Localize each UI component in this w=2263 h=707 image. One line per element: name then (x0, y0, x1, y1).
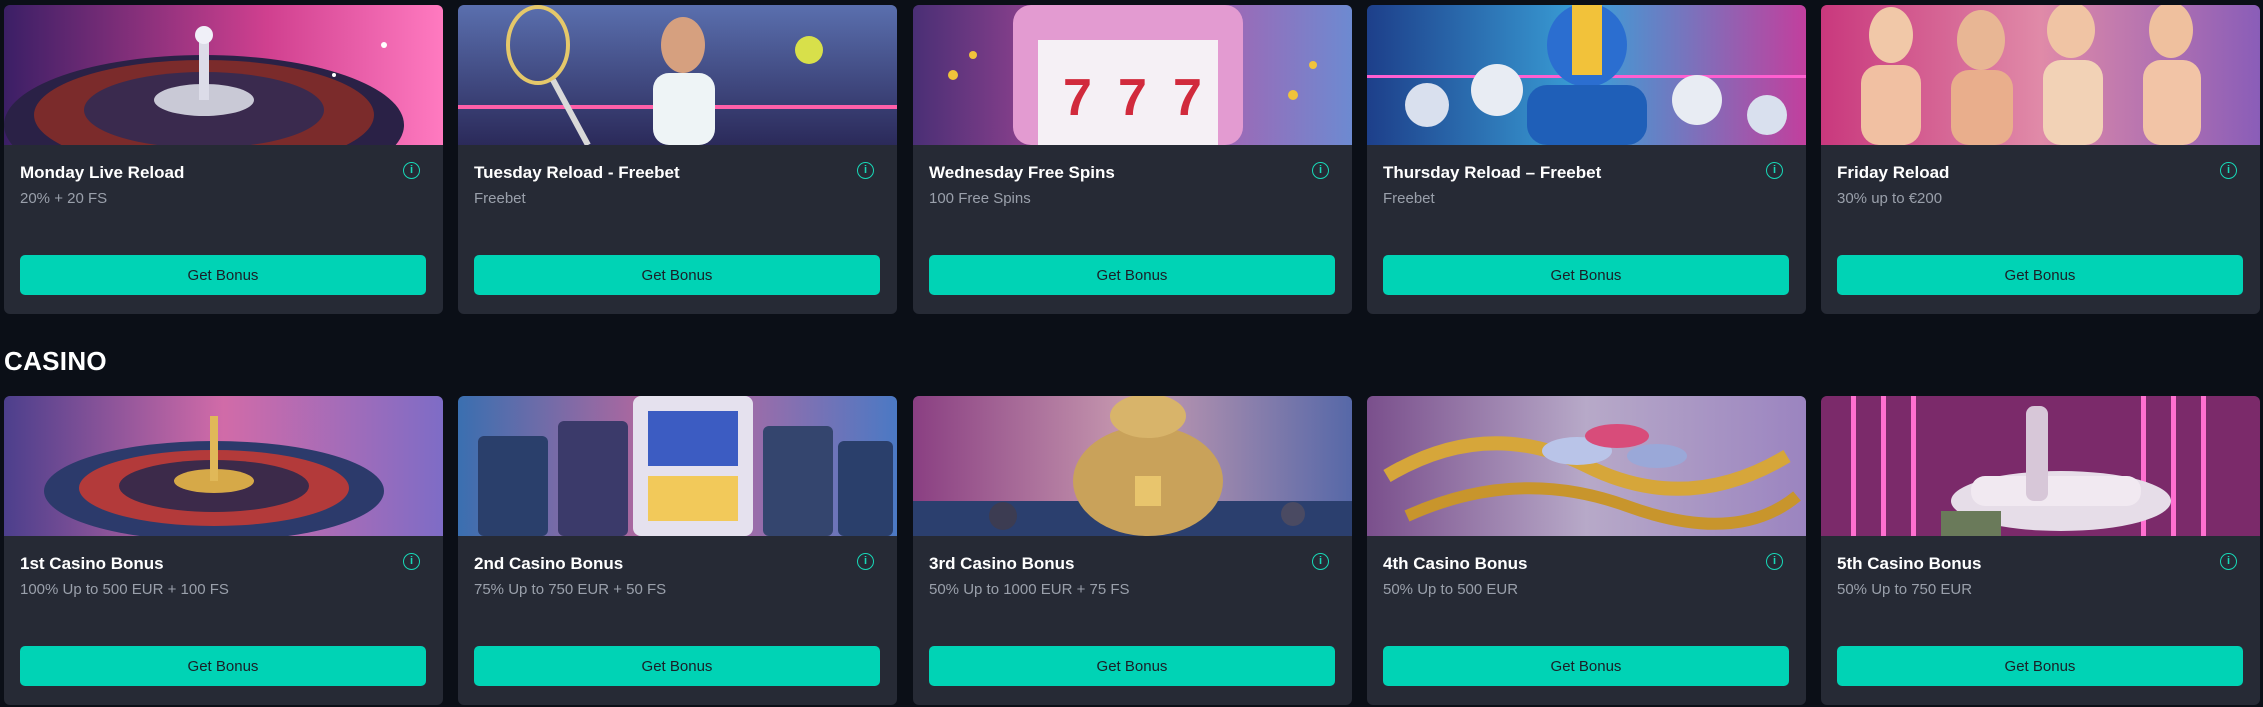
info-icon[interactable]: i (403, 162, 420, 179)
roulette-wheel-pink-image (4, 5, 443, 145)
bonus-subtitle: 50% Up to 750 EUR (1837, 581, 1973, 598)
get-bonus-button[interactable]: Get Bonus (474, 646, 880, 686)
sports-car-neon-image (1821, 396, 2260, 536)
info-icon[interactable]: i (2220, 553, 2237, 570)
bonus-subtitle: 20% + 20 FS (20, 190, 108, 207)
bonus-subtitle: 100% Up to 500 EUR + 100 FS (20, 581, 229, 598)
gold-money-bag-image (913, 396, 1352, 536)
info-icon[interactable]: i (1312, 162, 1329, 179)
tennis-player-image (458, 5, 897, 145)
svg-text:7: 7 (1118, 69, 1147, 127)
bonus-card-casino-4: 4th Casino Bonus 50% Up to 500 EUR i Get… (1367, 396, 1806, 705)
bonus-title: 2nd Casino Bonus (474, 554, 624, 573)
american-football-image (1367, 5, 1806, 145)
get-bonus-button[interactable]: Get Bonus (1383, 646, 1789, 686)
bonus-title: Wednesday Free Spins (929, 163, 1115, 182)
bonus-title: 5th Casino Bonus (1837, 554, 1982, 573)
get-bonus-button[interactable]: Get Bonus (1837, 646, 2243, 686)
bonus-title: 4th Casino Bonus (1383, 554, 1528, 573)
info-icon[interactable]: i (857, 162, 874, 179)
slot-machines-hall-image (458, 396, 897, 536)
bonus-card-casino-3: 3rd Casino Bonus 50% Up to 1000 EUR + 75… (913, 396, 1352, 705)
get-bonus-button[interactable]: Get Bonus (929, 646, 1335, 686)
get-bonus-button[interactable]: Get Bonus (1837, 255, 2243, 295)
bonus-card-tuesday: Tuesday Reload - Freebet Freebet i Get B… (458, 5, 897, 314)
bonus-card-wednesday: 7 7 7 Wednesday Free Spins 100 Free Spin… (913, 5, 1352, 314)
bonus-title: 1st Casino Bonus (20, 554, 164, 573)
bonus-subtitle: 100 Free Spins (929, 190, 1031, 207)
info-icon[interactable]: i (857, 553, 874, 570)
party-women-image (1821, 5, 2260, 145)
bonus-subtitle: Freebet (474, 190, 526, 207)
get-bonus-button[interactable]: Get Bonus (20, 255, 426, 295)
info-icon[interactable]: i (1766, 553, 1783, 570)
info-icon[interactable]: i (1312, 553, 1329, 570)
bonus-card-thursday: Thursday Reload – Freebet Freebet i Get … (1367, 5, 1806, 314)
bonus-card-monday: Monday Live Reload 20% + 20 FS i Get Bon… (4, 5, 443, 314)
bonus-subtitle: 50% Up to 1000 EUR + 75 FS (929, 581, 1130, 598)
get-bonus-button[interactable]: Get Bonus (474, 255, 880, 295)
get-bonus-button[interactable]: Get Bonus (929, 255, 1335, 295)
roulette-table-image (4, 396, 443, 536)
bonus-title: 3rd Casino Bonus (929, 554, 1075, 573)
bonus-card-casino-2: 2nd Casino Bonus 75% Up to 750 EUR + 50 … (458, 396, 897, 705)
get-bonus-button[interactable]: Get Bonus (20, 646, 426, 686)
bonus-title: Friday Reload (1837, 163, 1950, 182)
bonus-subtitle: Freebet (1383, 190, 1435, 207)
bonus-card-casino-1: 1st Casino Bonus 100% Up to 500 EUR + 10… (4, 396, 443, 705)
slot-machine-777-image: 7 7 7 (913, 5, 1352, 145)
bonus-subtitle: 30% up to €200 (1837, 190, 1943, 207)
get-bonus-button[interactable]: Get Bonus (1383, 255, 1789, 295)
section-title-casino: CASINO (4, 346, 107, 376)
casino-bonus-row: 1st Casino Bonus 100% Up to 500 EUR + 10… (0, 396, 2263, 707)
info-icon[interactable]: i (1766, 162, 1783, 179)
gold-chain-chips-image (1367, 396, 1806, 536)
bonus-title: Tuesday Reload - Freebet (474, 163, 680, 182)
bonus-subtitle: 50% Up to 500 EUR (1383, 581, 1519, 598)
bonus-subtitle: 75% Up to 750 EUR + 50 FS (474, 581, 667, 598)
svg-text:7: 7 (1173, 69, 1202, 127)
bonus-card-friday: Friday Reload 30% up to €200 i Get Bonus (1821, 5, 2260, 314)
bonus-title: Thursday Reload – Freebet (1383, 163, 1602, 182)
bonus-title: Monday Live Reload (20, 163, 185, 182)
svg-text:7: 7 (1063, 69, 1092, 127)
bonus-card-casino-5: 5th Casino Bonus 50% Up to 750 EUR i Get… (1821, 396, 2260, 705)
weekly-bonus-row: Monday Live Reload 20% + 20 FS i Get Bon… (0, 5, 2263, 316)
info-icon[interactable]: i (2220, 162, 2237, 179)
info-icon[interactable]: i (403, 553, 420, 570)
